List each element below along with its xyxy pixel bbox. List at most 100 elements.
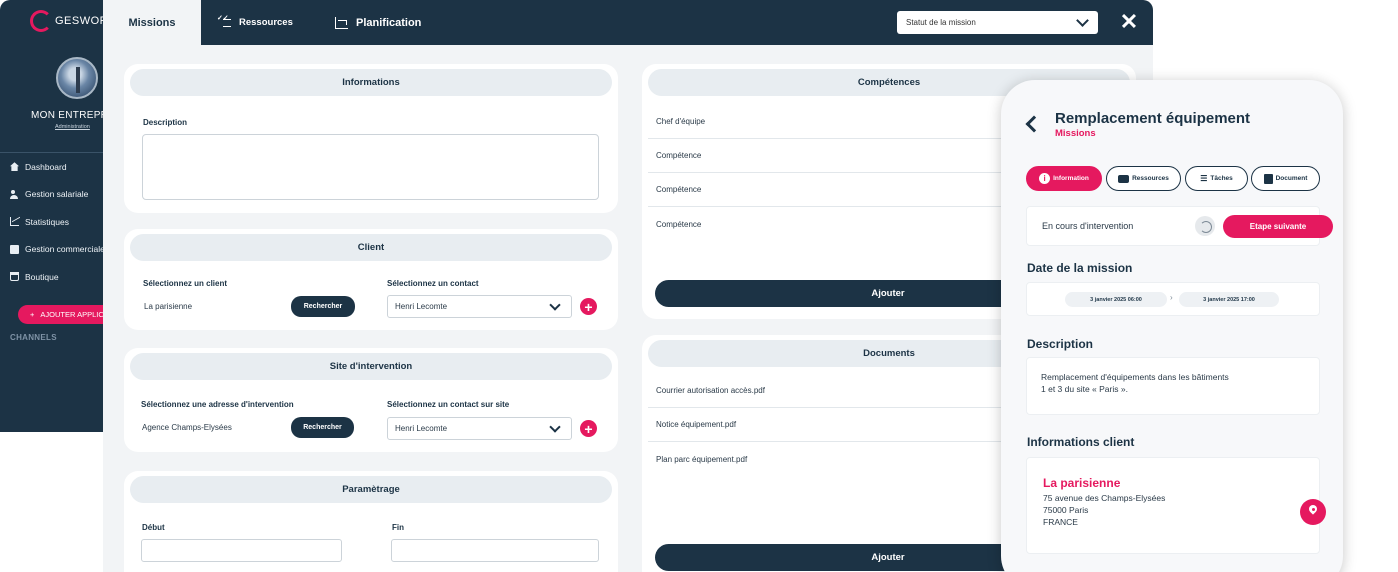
- mobile-mission-preview: Remplacement équipement Missions i Infor…: [1001, 80, 1343, 572]
- tab-label: Information: [1053, 175, 1089, 182]
- tab-missions[interactable]: Missions: [103, 0, 201, 45]
- chevron-right-icon: ›: [1170, 293, 1173, 302]
- mission-status-select[interactable]: Statut de la mission: [897, 11, 1098, 34]
- sidebar-item-gestion-commerciale[interactable]: Gestion commerciale: [0, 236, 103, 264]
- tab-label: Missions: [128, 16, 176, 29]
- brand-logo[interactable]: GESWORK: [30, 10, 103, 32]
- site-title: Site d'intervention: [130, 353, 612, 380]
- date-card: 3 janvier 2025 06:00 › 3 janvier 2025 17…: [1026, 282, 1320, 316]
- site-contact-selected-value: Henri Lecomte: [395, 424, 448, 433]
- select-client-label: Sélectionnez un client: [143, 279, 228, 288]
- informations-title: Informations: [130, 69, 612, 96]
- tab-information[interactable]: i Information: [1026, 166, 1102, 191]
- tab-label: Ressources: [1132, 175, 1169, 182]
- search-site-button[interactable]: Rechercher: [291, 417, 354, 438]
- description-heading: Description: [1027, 337, 1094, 351]
- sidebar-item-label: Boutique: [25, 271, 59, 282]
- site-address-value: Agence Champs-Elysées: [142, 423, 232, 432]
- chevron-down-icon: [549, 299, 561, 311]
- add-application-label: AJOUTER APPLICATION: [40, 310, 103, 319]
- next-step-button[interactable]: Etape suivante: [1223, 215, 1333, 238]
- add-contact-plus-icon[interactable]: +: [580, 298, 597, 315]
- description-card: Remplacement d'équipements dans les bâti…: [1026, 357, 1320, 415]
- top-tab-bar: Missions Ressources Planification Statut…: [103, 0, 1153, 45]
- end-date-label: Fin: [392, 523, 404, 532]
- client-info-card: La parisienne 75 avenue des Champs-Elysé…: [1026, 457, 1326, 554]
- address-line: 75000 Paris: [1043, 505, 1089, 515]
- chevron-down-icon: [1076, 14, 1089, 27]
- mission-subtitle: Missions: [1055, 128, 1096, 139]
- date-heading: Date de la mission: [1027, 261, 1133, 275]
- site-contact-select[interactable]: Henri Lecomte: [387, 417, 572, 440]
- sidebar-item-label: Statistiques: [25, 216, 69, 227]
- start-date-input[interactable]: [141, 539, 342, 562]
- client-info-heading: Informations client: [1027, 435, 1135, 449]
- parametrage-card: Paramètrage Début Fin: [124, 471, 618, 572]
- client-card: Client Sélectionnez un client La parisie…: [124, 229, 618, 330]
- info-icon: i: [1039, 173, 1051, 184]
- cart-icon: [10, 272, 19, 282]
- status-placeholder: Statut de la mission: [906, 18, 976, 27]
- sidebar-nav: Dashboard Gestion salariale Statistiques…: [0, 152, 103, 291]
- description-label: Description: [143, 118, 188, 127]
- plus-icon: +: [30, 310, 35, 319]
- tab-ressources[interactable]: Ressources: [217, 0, 293, 45]
- site-address-label: Sélectionnez une adresse d'intervention: [141, 400, 294, 409]
- mission-form: Informations Description Client Sélectio…: [103, 45, 1153, 572]
- add-site-contact-plus-icon[interactable]: +: [580, 420, 597, 437]
- tab-ressources[interactable]: Ressources: [1106, 166, 1181, 191]
- app-window: GESWORK MON ENTREPRISE Administration Da…: [0, 0, 1398, 572]
- select-contact-label: Sélectionnez un contact: [387, 279, 479, 288]
- undo-icon[interactable]: [1195, 216, 1215, 236]
- sidebar-item-dashboard[interactable]: Dashboard: [0, 153, 103, 181]
- map-pin-icon[interactable]: [1300, 499, 1326, 525]
- add-application-button[interactable]: + AJOUTER APPLICATION: [18, 305, 103, 324]
- start-date-label: Début: [142, 523, 165, 532]
- users-icon: [10, 189, 19, 199]
- resources-icon: [1118, 174, 1130, 183]
- description-line: 1 et 3 du site « Paris ».: [1041, 384, 1128, 394]
- client-title: Client: [130, 234, 612, 261]
- tab-label: Planification: [356, 16, 422, 29]
- planning-chart-icon: [335, 16, 348, 29]
- tab-document[interactable]: Document: [1251, 166, 1320, 191]
- checklist-icon: ☰: [1200, 174, 1208, 183]
- logo-icon: [30, 10, 52, 32]
- sidebar-item-gestion-salariale[interactable]: Gestion salariale: [0, 181, 103, 209]
- description-line: Remplacement d'équipements dans les bâti…: [1041, 372, 1229, 382]
- sidebar-item-boutique[interactable]: Boutique: [0, 263, 103, 291]
- client-value: La parisienne: [144, 302, 193, 311]
- tab-label: Document: [1275, 175, 1308, 182]
- admin-link[interactable]: Administration: [55, 124, 90, 130]
- checklist-icon: [217, 15, 231, 28]
- sidebar-item-label: Gestion commerciale: [25, 244, 103, 255]
- informations-card: Informations Description: [124, 64, 618, 213]
- start-date-pill[interactable]: 3 janvier 2025 06:00: [1065, 292, 1167, 307]
- end-date-pill[interactable]: 3 janvier 2025 17:00: [1179, 292, 1279, 307]
- chevron-down-icon: [549, 421, 561, 433]
- tab-planification[interactable]: Planification: [335, 0, 421, 45]
- chart-icon: [10, 217, 19, 227]
- site-contact-label: Sélectionnez un contact sur site: [387, 400, 510, 409]
- money-icon: [10, 244, 19, 254]
- sidebar-item-label: Gestion salariale: [25, 189, 89, 200]
- sidebar-item-statistiques[interactable]: Statistiques: [0, 208, 103, 236]
- company-avatar[interactable]: [56, 57, 98, 99]
- back-arrow-icon[interactable]: [1025, 115, 1043, 133]
- parametrage-title: Paramètrage: [130, 476, 612, 503]
- description-textarea[interactable]: [142, 134, 599, 200]
- mission-title: Remplacement équipement: [1055, 110, 1251, 127]
- client-name: La parisienne: [1043, 476, 1121, 490]
- end-date-input[interactable]: [391, 539, 599, 562]
- company-name: MON ENTREPRISE: [31, 110, 103, 121]
- search-client-button[interactable]: Rechercher: [291, 296, 355, 317]
- sidebar: GESWORK MON ENTREPRISE Administration Da…: [0, 0, 103, 432]
- address-line: FRANCE: [1043, 517, 1078, 527]
- tab-label: Ressources: [239, 17, 293, 28]
- sidebar-item-label: Dashboard: [25, 161, 67, 172]
- tab-label: Tâches: [1210, 175, 1233, 182]
- document-icon: [1263, 173, 1273, 184]
- contact-select[interactable]: Henri Lecomte: [387, 295, 572, 318]
- close-icon[interactable]: ✕: [1118, 11, 1140, 33]
- tab-taches[interactable]: ☰ Tâches: [1185, 166, 1248, 191]
